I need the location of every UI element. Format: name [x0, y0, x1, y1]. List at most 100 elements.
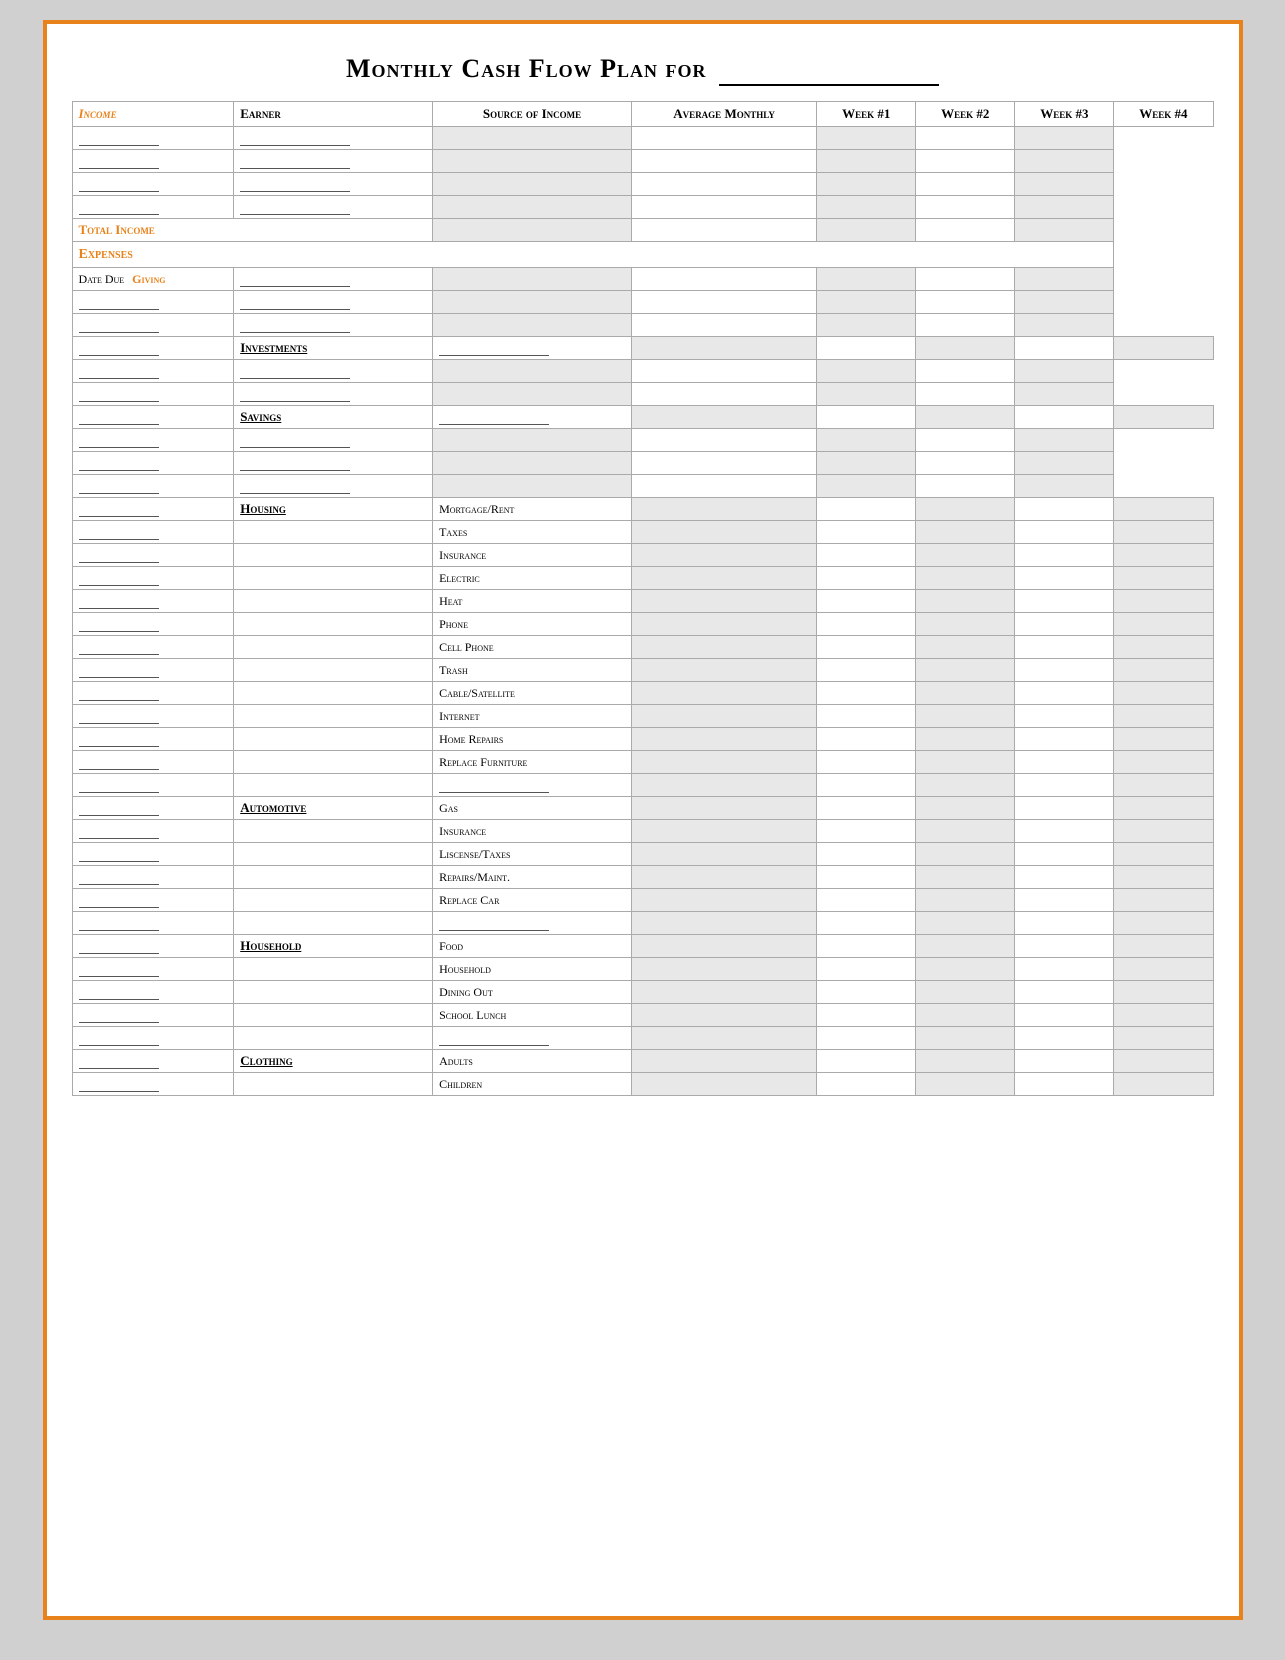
household-row-food: Household Food — [72, 935, 1213, 958]
giving-source-2[interactable] — [234, 291, 433, 314]
investments-row-3 — [72, 383, 1213, 406]
housing-row-insurance: Insurance — [72, 544, 1213, 567]
header-week4: Week #4 — [1114, 102, 1213, 127]
housing-row-heat: Heat — [72, 590, 1213, 613]
header-source: Source of Income — [433, 102, 632, 127]
income-w2-1[interactable] — [817, 127, 916, 150]
clothing-label: Clothing — [234, 1050, 433, 1073]
housing-row-cable: Cable/Satellite — [72, 682, 1213, 705]
income-w2-3[interactable] — [817, 173, 916, 196]
household-dining: Dining Out — [433, 981, 632, 1004]
total-income-w2[interactable] — [817, 219, 916, 242]
clothing-children: Children — [433, 1073, 632, 1096]
giving-row-1: Date Due Giving — [72, 268, 1213, 291]
income-source-1[interactable] — [234, 127, 433, 150]
giving-w2-1[interactable] — [817, 268, 916, 291]
savings-row-4 — [72, 475, 1213, 498]
giving-date-2[interactable] — [72, 291, 234, 314]
title-underline — [719, 54, 939, 86]
total-income-label: Total Income — [72, 219, 433, 242]
income-w4-1[interactable] — [1015, 127, 1114, 150]
housing-label: Housing — [234, 498, 433, 521]
investments-row-1: Investments — [72, 337, 1213, 360]
income-earner-2[interactable] — [72, 150, 234, 173]
household-row-household: Household — [72, 958, 1213, 981]
housing-row-repairs: Home Repairs — [72, 728, 1213, 751]
investments-date-1[interactable] — [72, 337, 234, 360]
household-extra-row — [72, 1027, 1213, 1050]
housing-cellphone: Cell Phone — [433, 636, 632, 659]
income-w2-4[interactable] — [817, 196, 916, 219]
automotive-label: Automotive — [234, 797, 433, 820]
income-w3-4[interactable] — [916, 196, 1015, 219]
total-income-w4[interactable] — [1015, 219, 1114, 242]
income-source-4[interactable] — [234, 196, 433, 219]
income-avg-1[interactable] — [433, 127, 632, 150]
housing-extra-row — [72, 774, 1213, 797]
housing-trash: Trash — [433, 659, 632, 682]
investments-source-1[interactable] — [433, 337, 632, 360]
savings-row-1: Savings — [72, 406, 1213, 429]
income-w1-4[interactable] — [631, 196, 816, 219]
income-avg-3[interactable] — [433, 173, 632, 196]
giving-w1-1[interactable] — [631, 268, 816, 291]
income-earner-1[interactable] — [72, 127, 234, 150]
giving-label: Giving — [132, 272, 165, 286]
income-w1-3[interactable] — [631, 173, 816, 196]
housing-internet: Internet — [433, 705, 632, 728]
header-row: Income Earner Source of Income Average M… — [72, 102, 1213, 127]
income-source-2[interactable] — [234, 150, 433, 173]
household-household: Household — [433, 958, 632, 981]
housing-row-internet: Internet — [72, 705, 1213, 728]
housing-insurance: Insurance — [433, 544, 632, 567]
income-w3-2[interactable] — [916, 150, 1015, 173]
automotive-row-replace: Replace Car — [72, 889, 1213, 912]
household-food: Food — [433, 935, 632, 958]
title-text: Monthly Cash Flow Plan for — [346, 54, 706, 83]
header-average: Average Monthly — [631, 102, 816, 127]
automotive-replace: Replace Car — [433, 889, 632, 912]
giving-source-3[interactable] — [234, 314, 433, 337]
savings-row-2 — [72, 429, 1213, 452]
housing-phone: Phone — [433, 613, 632, 636]
housing-furniture: Replace Furniture — [433, 751, 632, 774]
header-income: Income — [72, 102, 234, 127]
income-w4-3[interactable] — [1015, 173, 1114, 196]
income-source-3[interactable] — [234, 173, 433, 196]
income-w1-2[interactable] — [631, 150, 816, 173]
housing-repairs: Home Repairs — [433, 728, 632, 751]
giving-row-3 — [72, 314, 1213, 337]
automotive-repairs: Repairs/Maint. — [433, 866, 632, 889]
automotive-row-repairs: Repairs/Maint. — [72, 866, 1213, 889]
expenses-label: Expenses — [79, 247, 133, 262]
income-w4-4[interactable] — [1015, 196, 1114, 219]
income-earner-3[interactable] — [72, 173, 234, 196]
income-w2-2[interactable] — [817, 150, 916, 173]
housing-row-cellphone: Cell Phone — [72, 636, 1213, 659]
automotive-extra-row — [72, 912, 1213, 935]
income-w4-2[interactable] — [1015, 150, 1114, 173]
income-earner-4[interactable] — [72, 196, 234, 219]
household-label: Household — [234, 935, 433, 958]
income-w3-1[interactable] — [916, 127, 1015, 150]
total-income-avg[interactable] — [433, 219, 632, 242]
income-w3-3[interactable] — [916, 173, 1015, 196]
total-income-w3[interactable] — [916, 219, 1015, 242]
income-avg-2[interactable] — [433, 150, 632, 173]
housing-electric: Electric — [433, 567, 632, 590]
income-row-4 — [72, 196, 1213, 219]
giving-w3-1[interactable] — [916, 268, 1015, 291]
total-income-w1[interactable] — [631, 219, 816, 242]
income-w1-1[interactable] — [631, 127, 816, 150]
housing-row-furniture: Replace Furniture — [72, 751, 1213, 774]
giving-date-3[interactable] — [72, 314, 234, 337]
savings-row-3 — [72, 452, 1213, 475]
housing-heat: Heat — [433, 590, 632, 613]
clothing-row-adults: Clothing Adults — [72, 1050, 1213, 1073]
giving-avg-1[interactable] — [433, 268, 632, 291]
income-avg-4[interactable] — [433, 196, 632, 219]
giving-source-1[interactable] — [234, 268, 433, 291]
giving-w4-1[interactable] — [1015, 268, 1114, 291]
header-week3: Week #3 — [1015, 102, 1114, 127]
automotive-gas: Gas — [433, 797, 632, 820]
